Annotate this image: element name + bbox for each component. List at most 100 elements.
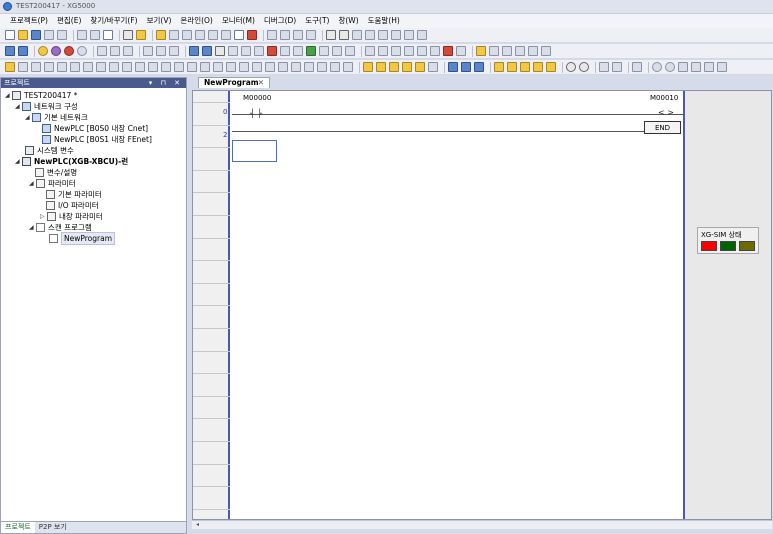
contact-no-symbol[interactable]: ┤ ├ (250, 109, 262, 118)
hline-icon[interactable] (70, 62, 80, 72)
tool-icon[interactable] (136, 30, 146, 40)
tree-node-io-parameter[interactable]: I/O 파라미터 (46, 200, 99, 211)
insert-row-icon[interactable] (267, 30, 277, 40)
menu-edit[interactable]: 편집(E) (57, 14, 81, 28)
tab-p2p-view[interactable]: P2P 보기 (35, 522, 71, 533)
stop-icon[interactable] (51, 46, 61, 56)
online-cancel-icon[interactable] (391, 46, 401, 56)
zoom-out-icon[interactable] (579, 62, 589, 72)
clear-icon[interactable] (430, 46, 440, 56)
coil-symbol[interactable]: < > (658, 108, 674, 117)
record-icon[interactable] (652, 62, 662, 72)
tab-newprogram[interactable]: NewProgram ✕ (198, 77, 270, 88)
save-icon[interactable] (31, 30, 41, 40)
window-1-icon[interactable] (448, 62, 458, 72)
print-icon[interactable] (57, 30, 67, 40)
layout-icon[interactable] (632, 62, 642, 72)
sim-start-icon[interactable] (476, 46, 486, 56)
menu-debug[interactable]: 디버그(D) (264, 14, 296, 28)
undo-icon[interactable] (182, 30, 192, 40)
contact-p-icon[interactable] (44, 62, 54, 72)
cut2-icon[interactable] (208, 30, 218, 40)
online-write-icon[interactable] (378, 46, 388, 56)
view-f-icon[interactable] (428, 62, 438, 72)
view-st-icon[interactable] (389, 62, 399, 72)
step-icon[interactable] (391, 30, 401, 40)
select-tool-icon[interactable] (5, 62, 15, 72)
read-icon[interactable] (97, 46, 107, 56)
tree-node-fenet[interactable]: NewPLC [B0S1 내장 FEnet] (42, 134, 152, 145)
trend-monitor-icon[interactable] (241, 46, 251, 56)
insert-col-icon[interactable] (293, 30, 303, 40)
jump-icon[interactable] (278, 62, 288, 72)
panel-a-icon[interactable] (494, 62, 504, 72)
pause-icon[interactable] (64, 46, 74, 56)
tree-node-project[interactable]: ◢ TEST200417 * (5, 90, 77, 101)
menu-help[interactable]: 도움말(H) (368, 14, 400, 28)
next-icon[interactable] (330, 62, 340, 72)
sim-reset-icon[interactable] (541, 46, 551, 56)
monitor-start-icon[interactable] (189, 46, 199, 56)
plc-info-icon[interactable] (143, 46, 153, 56)
mode-icon[interactable] (404, 46, 414, 56)
tree-node-system-variables[interactable]: 시스템 변수 (25, 145, 74, 156)
search-icon[interactable] (326, 30, 336, 40)
sim-pause-icon[interactable] (515, 46, 525, 56)
coil-set-icon[interactable] (109, 62, 119, 72)
monitor-icon[interactable] (123, 30, 133, 40)
tab-project[interactable]: 프로젝트 (1, 522, 35, 533)
replace-icon[interactable] (352, 30, 362, 40)
replace-all-icon[interactable] (365, 30, 375, 40)
label-icon[interactable] (226, 62, 236, 72)
coil-icon[interactable] (96, 62, 106, 72)
open-folder-icon[interactable] (18, 30, 28, 40)
forward-arrow-icon[interactable] (417, 30, 427, 40)
run-icon[interactable] (38, 46, 48, 56)
tree-node-plc[interactable]: ◢ NewPLC(XGB-XBCU)-런 (15, 156, 128, 167)
tree-node-builtin-parameter[interactable]: ▷ 내장 파라미터 (40, 211, 103, 222)
write-icon[interactable] (110, 46, 120, 56)
comment-icon[interactable] (156, 30, 166, 40)
zoom-in-icon[interactable] (566, 62, 576, 72)
copy-icon[interactable] (90, 30, 100, 40)
online-edit-icon[interactable] (365, 46, 375, 56)
record2-icon[interactable] (665, 62, 675, 72)
coil-reset-icon[interactable] (122, 62, 132, 72)
tree-node-cnet[interactable]: NewPLC [B0S0 내장 Cnet] (42, 123, 148, 134)
menu-view[interactable]: 보기(V) (147, 14, 172, 28)
for-icon[interactable] (317, 62, 327, 72)
menu-find-replace[interactable]: 찾기/바꾸기(F) (90, 14, 137, 28)
close-icon[interactable]: ✕ (258, 78, 264, 88)
connect-icon[interactable] (5, 46, 15, 56)
device-monitor-icon[interactable] (228, 46, 238, 56)
scroll-left-icon[interactable]: ◂ (196, 521, 199, 528)
io-info-icon[interactable] (280, 46, 290, 56)
tree-node-variables[interactable]: 변수/설명 (35, 167, 77, 178)
cut-icon[interactable] (77, 30, 87, 40)
contact-no-icon[interactable] (18, 62, 28, 72)
out-comment-icon[interactable] (239, 62, 249, 72)
find-device-icon[interactable] (599, 62, 609, 72)
window-3-icon[interactable] (474, 62, 484, 72)
debug-icon[interactable] (77, 46, 87, 56)
tree-node-network-config[interactable]: ◢ 네트워크 구성 (15, 101, 78, 112)
hline-fill-icon[interactable] (200, 62, 210, 72)
tree-node-parameters[interactable]: ◢ 파라미터 (29, 178, 76, 189)
contact-n-icon[interactable] (57, 62, 67, 72)
redo-icon[interactable] (195, 30, 205, 40)
reset-icon[interactable] (417, 46, 427, 56)
link-icon[interactable] (456, 46, 466, 56)
help-icon[interactable] (612, 62, 622, 72)
break-icon[interactable] (343, 62, 353, 72)
save-all-icon[interactable] (44, 30, 54, 40)
func-icon[interactable] (161, 62, 171, 72)
monitor-stop-icon[interactable] (202, 46, 212, 56)
delete-row-icon[interactable] (280, 30, 290, 40)
search-next-icon[interactable] (339, 30, 349, 40)
tree-node-newprogram[interactable]: NewProgram (49, 232, 116, 245)
chart-icon[interactable] (293, 46, 303, 56)
sim-stop-icon[interactable] (489, 46, 499, 56)
compare-icon[interactable] (123, 46, 133, 56)
coil-p-icon[interactable] (135, 62, 145, 72)
panel-b-icon[interactable] (507, 62, 517, 72)
